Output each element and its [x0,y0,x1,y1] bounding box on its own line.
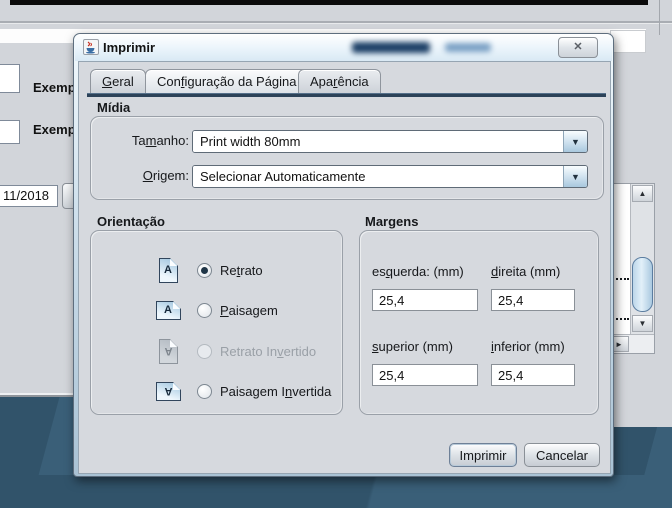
option-paisagem[interactable]: A Paisagem [151,295,351,325]
option-paisagem-invertida[interactable]: A Paisagem Invertida [151,376,351,406]
margins-group-title: Margens [365,214,419,229]
margin-top-label: superior (mm) [372,339,453,354]
option-label: Retrato [220,262,263,278]
tab-aparencia[interactable]: Aparência [298,69,381,94]
background-field-fragment [610,30,646,53]
background-top-bar [10,0,648,5]
option-retrato[interactable]: A Retrato [151,255,351,285]
tab-configuracao-da-pagina[interactable]: Configuração da Página [145,69,309,94]
scroll-up-button[interactable]: ▲ [632,185,653,202]
vertical-scrollbar[interactable]: ▲ ▼ [630,184,654,334]
margins-groupbox: esquerda: (mm) direita (mm) superior (mm… [359,230,599,415]
media-group-title: Mídia [97,100,131,115]
portrait-icon: A [158,257,178,283]
dialog-content: Geral Configuração da Página Aparência M… [78,61,611,474]
scroll-down-button[interactable]: ▼ [632,315,653,332]
print-button[interactable]: Imprimir [449,443,517,467]
tab-geral[interactable]: Geral [90,69,146,94]
orientation-groupbox: A Retrato A Paisagem A Retrato Invertido… [90,230,343,415]
size-combobox-button[interactable]: ▼ [563,131,587,152]
radio-retrato-invertido [197,343,212,359]
tab-strip-underline [87,93,606,97]
background-divider [0,21,672,23]
option-label: Paisagem [220,302,278,318]
screen: Exemp Exemp 11/2018 ▲ ▼ ► Imprimir ✕ Ger… [0,0,672,508]
scroll-up-icon: ▲ [638,189,647,198]
margin-bottom-input[interactable] [491,364,575,386]
print-dialog: Imprimir ✕ Geral Configuração da Página … [73,33,614,477]
portrait-inverted-icon: A [158,338,178,364]
horizontal-scrollbar[interactable]: ► [608,334,654,353]
background-label-exemplar-1: Exemp [33,80,76,95]
background-date-field[interactable]: 11/2018 [0,185,58,207]
media-groupbox: Tamanho: Print width 80mm ▼ Origem: Sele… [90,116,604,200]
redacted-text-blur [352,42,430,53]
background-table-fragment: ▲ ▼ ► [607,183,655,354]
background-label-exemplar-2: Exemp [33,122,76,137]
redacted-text-blur [445,43,491,52]
scroll-down-icon: ▼ [638,319,647,328]
size-combobox-value: Print width 80mm [193,131,563,152]
radio-paisagem-invertida[interactable] [197,383,212,399]
dialog-titlebar[interactable]: Imprimir ✕ [75,34,612,61]
size-label: Tamanho: [131,133,189,148]
option-label: Paisagem Invertida [220,383,332,399]
margin-bottom-label: inferior (mm) [491,339,565,354]
radio-paisagem[interactable] [197,302,212,318]
source-combobox-value: Selecionar Automaticamente [193,166,563,187]
radio-retrato[interactable] [197,262,212,278]
background-vertical-line [659,0,660,35]
chevron-down-icon: ▼ [571,171,580,182]
scrollbar-thumb[interactable] [632,257,653,312]
option-label: Retrato Invertido [220,343,317,359]
close-button[interactable]: ✕ [558,37,598,58]
scroll-right-icon: ► [615,340,623,349]
size-combobox[interactable]: Print width 80mm ▼ [192,130,588,153]
desktop-background [0,475,672,508]
background-text-field[interactable] [0,120,20,144]
cancel-button[interactable]: Cancelar [524,443,600,467]
orientation-group-title: Orientação [97,214,165,229]
margin-left-label: esquerda: (mm) [372,264,464,279]
landscape-inverted-icon: A [155,381,181,401]
landscape-icon: A [155,300,181,320]
margin-top-input[interactable] [372,364,478,386]
source-combobox-button[interactable]: ▼ [563,166,587,187]
source-label: Origem: [142,168,189,183]
source-combobox[interactable]: Selecionar Automaticamente ▼ [192,165,588,188]
margin-right-input[interactable] [491,289,575,311]
margin-left-input[interactable] [372,289,478,311]
java-icon [83,39,99,55]
dialog-title: Imprimir [103,40,156,55]
margin-right-label: direita (mm) [491,264,561,279]
chevron-down-icon: ▼ [571,136,580,147]
background-text-field[interactable] [0,64,20,93]
option-retrato-invertido: A Retrato Invertido [151,336,351,366]
